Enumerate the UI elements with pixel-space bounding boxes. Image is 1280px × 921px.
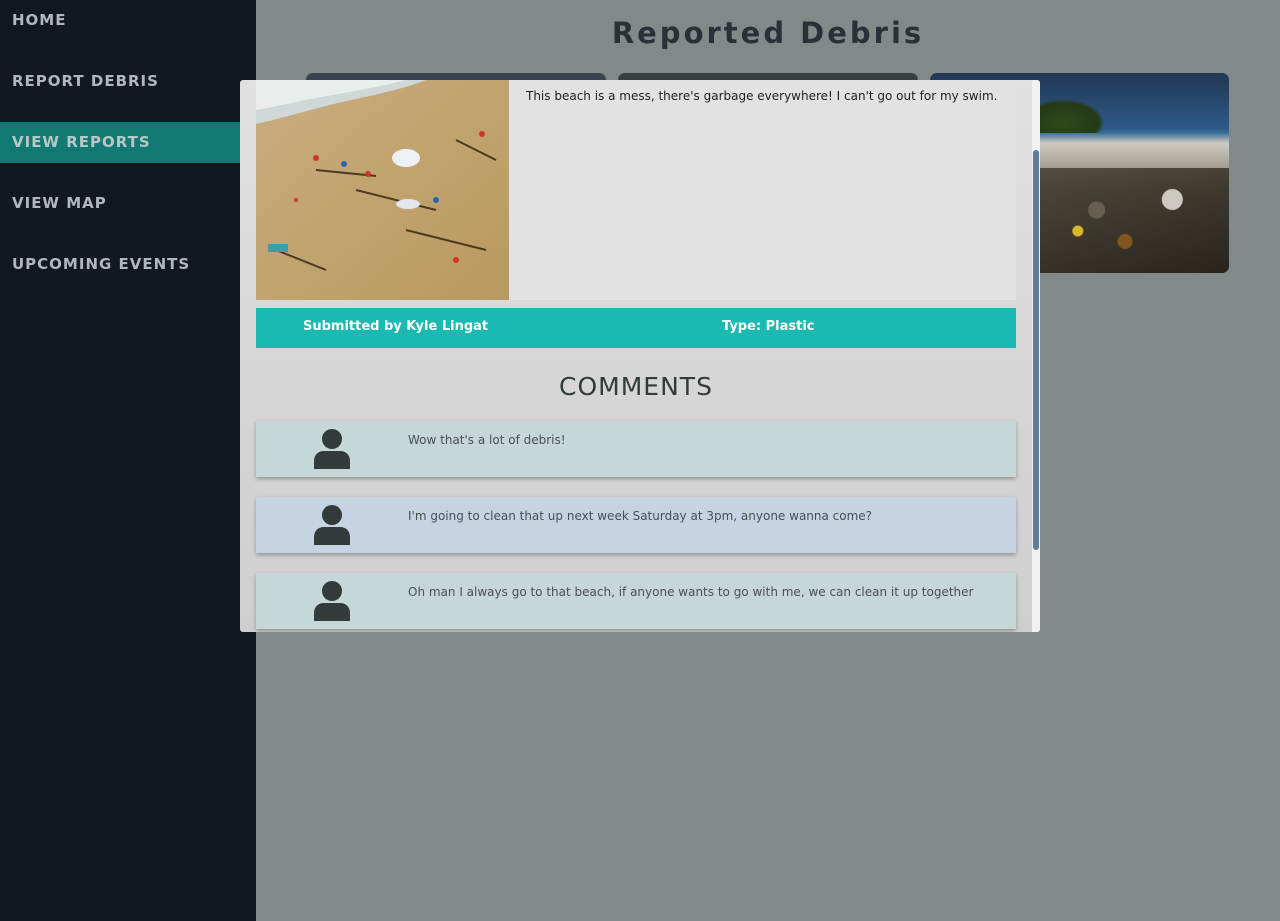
user-icon [314,429,350,469]
report-photo [256,80,509,300]
report-description: This beach is a mess, there's garbage ev… [526,89,998,103]
comments-heading: COMMENTS [559,372,713,401]
user-icon [314,581,350,621]
report-summary: This beach is a mess, there's garbage ev… [256,80,1016,300]
comment-text: Wow that's a lot of debris! [408,433,566,447]
comment-item: Wow that's a lot of debris! [256,421,1016,477]
comment-item: I'm going to clean that up next week Sat… [256,497,1016,553]
submitted-by: Submitted by Kyle Lingat [303,319,489,334]
sidebar: HOME REPORT DEBRIS VIEW REPORTS VIEW MAP… [0,0,256,921]
nav-home[interactable]: HOME [0,0,240,41]
beach-debris-image [256,80,509,300]
comment-text: I'm going to clean that up next week Sat… [408,509,873,523]
nav-view-map[interactable]: VIEW MAP [0,183,240,224]
scrollbar-thumb[interactable] [1033,150,1039,550]
debris-type: Type: Plastic [722,319,815,334]
nav-report-debris[interactable]: REPORT DEBRIS [0,61,240,102]
nav-view-reports[interactable]: VIEW REPORTS [0,122,240,163]
modal-scrollbar[interactable] [1032,80,1040,632]
island-image-detail [1035,99,1105,133]
debris-image-detail [1040,168,1229,273]
report-info-bar: Submitted by Kyle Lingat Type: Plastic [256,308,1016,348]
comment-text: Oh man I always go to that beach, if any… [408,585,974,599]
nav-upcoming-events[interactable]: UPCOMING EVENTS [0,244,240,285]
user-icon [314,505,350,545]
page-title: Reported Debris [611,16,925,50]
report-detail-modal: This beach is a mess, there's garbage ev… [240,80,1040,632]
comment-item: Oh man I always go to that beach, if any… [256,573,1016,629]
